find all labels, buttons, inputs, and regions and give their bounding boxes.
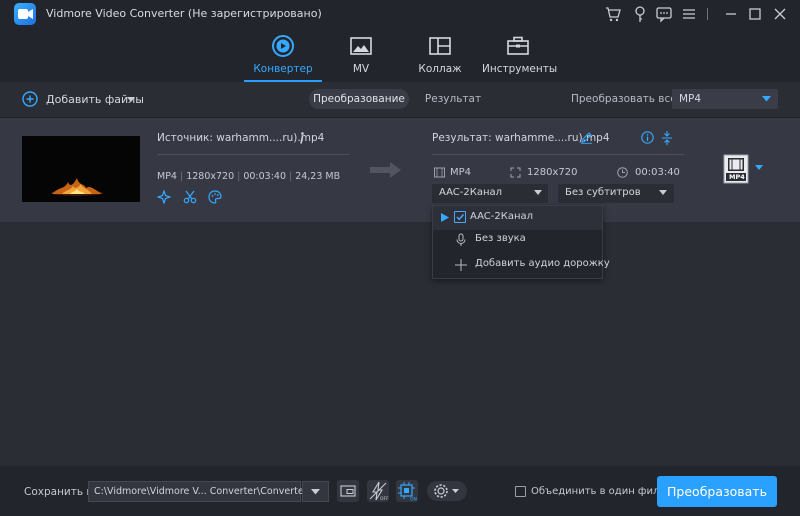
output-format-button[interactable]: MP4	[723, 154, 749, 184]
segment-conversion[interactable]: Преобразование	[309, 89, 409, 109]
chevron-down-icon	[311, 489, 320, 495]
microphone-icon	[455, 233, 467, 247]
tab-label: MV	[352, 63, 370, 75]
result-duration: 00:03:40	[635, 167, 680, 178]
subtitle-value: Без субтитров	[565, 187, 641, 198]
mv-icon	[349, 34, 373, 58]
result-format: MP4	[450, 167, 472, 178]
clock-icon	[617, 167, 628, 178]
source-format: MP4	[157, 171, 177, 182]
svg-text:ON: ON	[410, 497, 417, 503]
merge-label[interactable]: Объединить в один фильм	[531, 486, 673, 497]
chevron-down-icon[interactable]	[127, 97, 135, 103]
info-icon[interactable]	[298, 131, 306, 145]
dropdown-item-label: Добавить аудио дорожку	[475, 258, 610, 269]
tab-mv[interactable]: MV	[330, 28, 392, 82]
source-size: 24,23 MB	[295, 171, 341, 182]
edit-pencil-icon[interactable]	[580, 131, 593, 144]
hardware-accel-off-button[interactable]: OFF	[367, 480, 389, 502]
tab-collage[interactable]: Коллаж	[408, 28, 472, 82]
chevron-down-icon	[659, 190, 667, 196]
chevron-down-icon	[762, 96, 771, 102]
cut-icon[interactable]	[183, 190, 197, 204]
divider	[432, 154, 684, 155]
plus-icon	[455, 258, 467, 272]
app-logo-icon	[14, 3, 36, 25]
tab-label: Конвертер	[253, 63, 313, 75]
maximize-icon[interactable]	[746, 5, 764, 23]
titlebar-divider	[707, 8, 708, 20]
tab-label: Коллаж	[418, 63, 462, 75]
tab-label: Инструменты	[482, 63, 558, 75]
convert-all-value: MP4	[679, 93, 702, 105]
arrow-right-icon	[370, 160, 402, 180]
play-icon	[441, 213, 449, 222]
save-path-value: C:\Vidmore\Vidmore V... Converter\Conver…	[94, 486, 310, 497]
chevron-down-icon	[534, 190, 542, 196]
save-to-label: Сохранить в:	[24, 486, 97, 498]
tab-converter[interactable]: Конвертер	[244, 28, 322, 82]
dropdown-item-label: AAC-2Канал	[470, 211, 534, 222]
minimize-icon[interactable]	[722, 5, 740, 23]
dropdown-item-no-audio[interactable]: Без звука	[433, 228, 602, 252]
gpu-on-button[interactable]: ON	[396, 480, 418, 502]
main-nav	[0, 28, 800, 82]
result-resolution: 1280x720	[527, 167, 578, 178]
expand-icon	[510, 167, 521, 178]
chevron-down-icon[interactable]	[755, 165, 763, 171]
key-icon[interactable]	[631, 5, 649, 23]
svg-text:OFF: OFF	[380, 496, 389, 502]
toolbox-icon	[506, 34, 530, 58]
collage-icon	[428, 34, 452, 58]
segment-result[interactable]: Результат	[418, 89, 488, 109]
converter-icon	[271, 34, 295, 58]
source-duration: 00:03:40	[243, 171, 286, 182]
source-resolution: 1280x720	[186, 171, 235, 182]
dropdown-item-add-audio[interactable]: Добавить аудио дорожку	[433, 253, 610, 277]
audio-track-value: AAC-2Канал	[439, 187, 503, 198]
source-meta: MP4 | 1280x720 | 00:03:40 | 24,23 MB	[157, 171, 341, 182]
info-circle-icon[interactable]	[641, 131, 654, 144]
video-thumbnail[interactable]	[22, 136, 140, 202]
divider	[157, 154, 349, 155]
window-title: Vidmore Video Converter (Не зарегистриро…	[46, 7, 322, 20]
settings-button[interactable]	[427, 481, 467, 501]
dropdown-item-label: Без звука	[475, 233, 526, 244]
menu-icon[interactable]	[680, 5, 698, 23]
tab-tools[interactable]: Инструменты	[482, 28, 558, 82]
film-icon	[434, 167, 445, 178]
close-icon[interactable]	[771, 5, 789, 23]
compress-icon[interactable]	[661, 131, 673, 145]
checkbox-checked-icon[interactable]	[454, 211, 466, 223]
open-folder-button[interactable]	[337, 480, 359, 502]
enhance-icon[interactable]	[157, 190, 171, 204]
format-badge-label: MP4	[729, 173, 745, 181]
merge-checkbox[interactable]	[515, 486, 526, 497]
palette-icon[interactable]	[208, 190, 222, 204]
convert-all-button[interactable]: Преобразовать	[657, 476, 777, 507]
add-circle-icon[interactable]	[22, 91, 38, 107]
cart-icon[interactable]	[604, 5, 622, 23]
feedback-icon[interactable]	[655, 5, 673, 23]
dropdown-item-aac[interactable]: AAC-2Канал	[433, 206, 602, 230]
